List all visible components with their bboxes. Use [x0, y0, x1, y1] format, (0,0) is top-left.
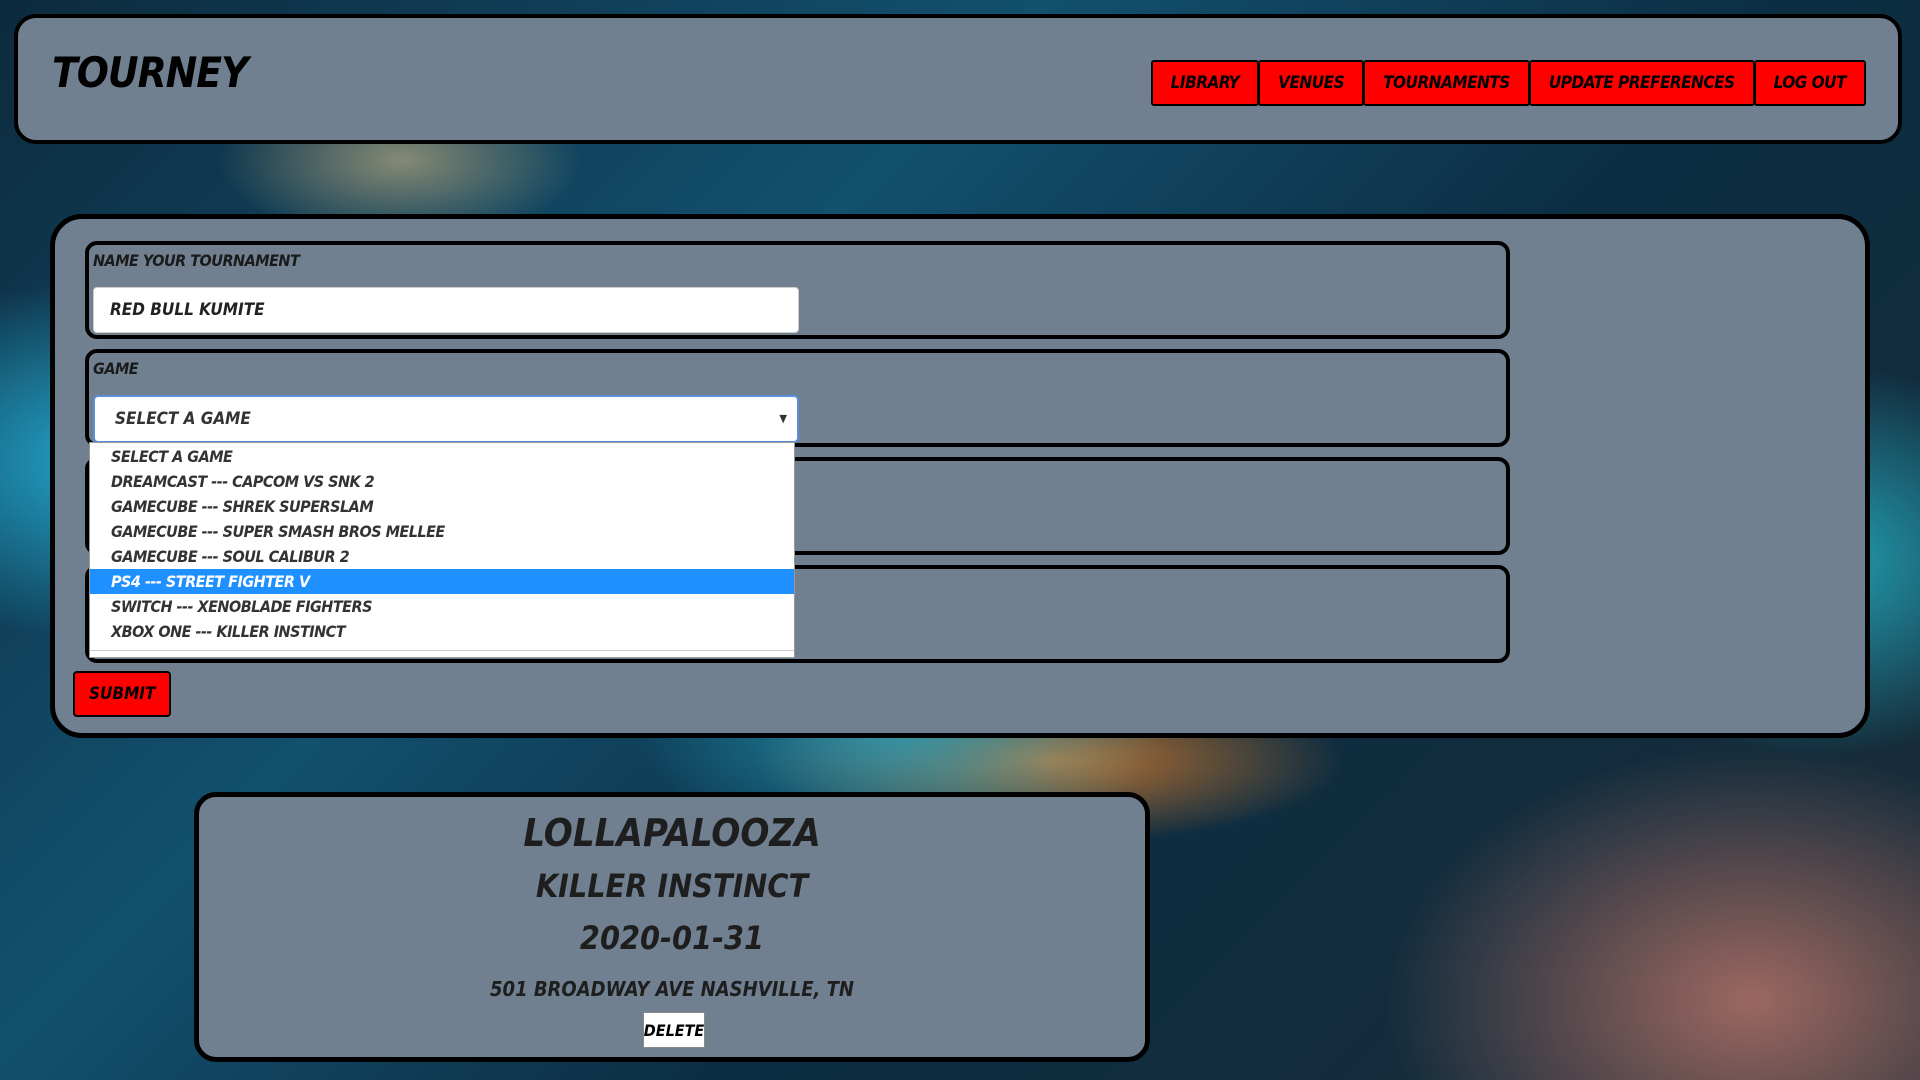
nav-menu: LIBRARY VENUES TOURNAMENTS UPDATE PREFER… [1150, 60, 1866, 106]
nav-update-preferences-button[interactable]: UPDATE PREFERENCES [1528, 60, 1755, 106]
tournament-card: LOLLAPALOOZA KILLER INSTINCT 2020-01-31 … [194, 792, 1150, 1062]
chevron-down-icon: ▼ [779, 412, 787, 425]
game-option[interactable]: GAMECUBE --- SUPER SMASH BROS MELLEE [90, 519, 794, 544]
delete-button[interactable]: DELETE [643, 1012, 705, 1048]
brand-logo[interactable]: TOURNEY [52, 48, 248, 97]
game-option[interactable]: SELECT A GAME [90, 444, 794, 469]
game-option[interactable]: DREAMCAST --- CAPCOM VS SNK 2 [90, 469, 794, 494]
game-option-highlighted[interactable]: PS4 --- STREET FIGHTER V [90, 569, 794, 594]
tournament-date: 2020-01-31 [579, 919, 765, 957]
game-options-list: SELECT A GAME DREAMCAST --- CAPCOM VS SN… [89, 442, 795, 658]
nav-library-button[interactable]: LIBRARY [1150, 60, 1260, 106]
game-select-group: GAME SELECT A GAME ▼ [85, 349, 1510, 447]
game-select[interactable]: SELECT A GAME ▼ [93, 395, 799, 443]
tournament-name-input[interactable]: RED BULL KUMITE [93, 287, 799, 333]
nav-log-out-button[interactable]: LOG OUT [1753, 60, 1866, 106]
game-option[interactable]: XBOX ONE --- KILLER INSTINCT [90, 619, 794, 644]
game-label: GAME [93, 359, 139, 378]
game-select-value: SELECT A GAME [115, 409, 251, 429]
top-navbar: TOURNEY LIBRARY VENUES TOURNAMENTS UPDAT… [14, 14, 1902, 144]
game-option[interactable]: GAMECUBE --- SHREK SUPERSLAM [90, 494, 794, 519]
list-divider [90, 650, 794, 651]
tournament-name: LOLLAPALOOZA [523, 811, 821, 855]
nav-venues-button[interactable]: VENUES [1258, 60, 1365, 106]
tournament-venue: 501 BROADWAY AVE NASHVILLE, TN [490, 977, 854, 1001]
nav-tournaments-button[interactable]: TOURNAMENTS [1363, 60, 1530, 106]
game-option[interactable]: SWITCH --- XENOBLADE FIGHTERS [90, 594, 794, 619]
tournament-name-label: NAME YOUR TOURNAMENT [93, 251, 300, 270]
tournament-name-group: NAME YOUR TOURNAMENT RED BULL KUMITE [85, 241, 1510, 339]
tournament-game: KILLER INSTINCT [535, 867, 809, 905]
submit-button[interactable]: SUBMIT [73, 671, 172, 717]
game-option[interactable]: GAMECUBE --- SOUL CALIBUR 2 [90, 544, 794, 569]
